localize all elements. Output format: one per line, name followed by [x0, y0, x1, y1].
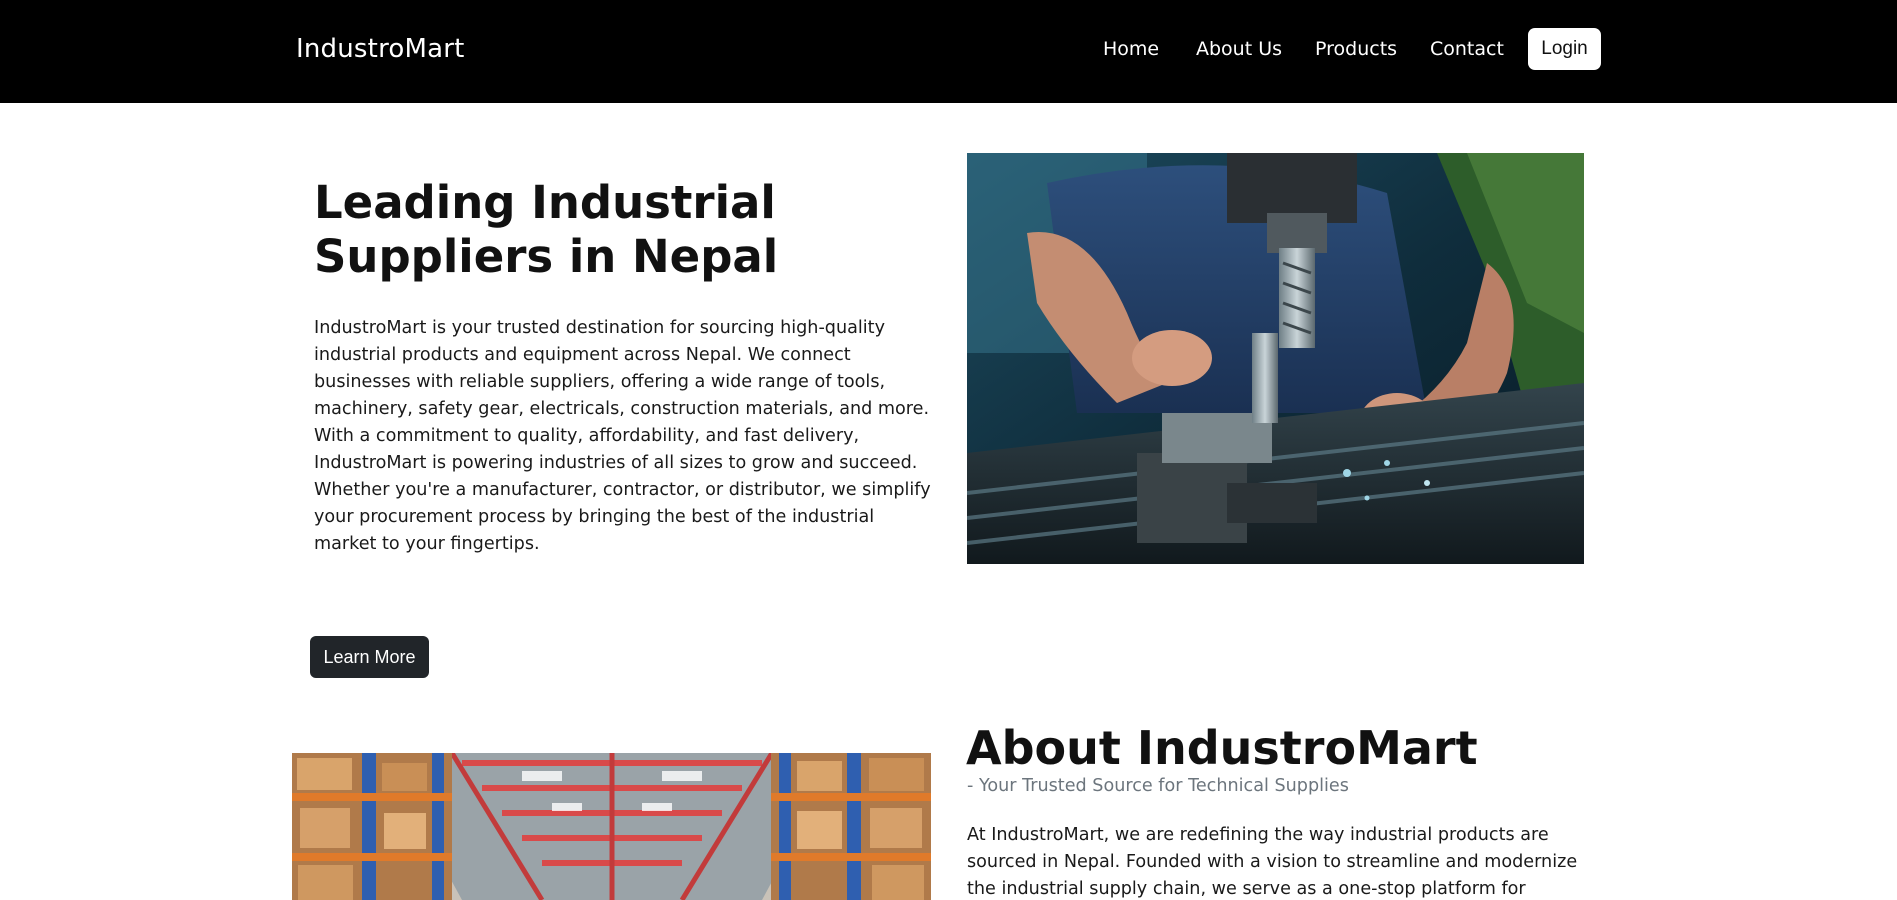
top-navbar: IndustroMart Home About Us Products Cont… [0, 0, 1897, 103]
hero-title: Leading Industrial Suppliers in Nepal [314, 176, 779, 283]
nav-about-link[interactable]: About Us [1196, 38, 1282, 60]
about-description: At IndustroMart, we are redefining the w… [967, 825, 1578, 899]
nav-products-link[interactable]: Products [1315, 38, 1397, 60]
nav-home-link[interactable]: Home [1103, 38, 1159, 60]
nav-contact-link[interactable]: Contact [1430, 38, 1504, 60]
about-subtitle: - Your Trusted Source for Technical Supp… [967, 776, 1349, 796]
hero-machining-image [967, 153, 1584, 564]
hero-description: IndustroMart is your trusted destination… [314, 318, 931, 554]
brand-logo[interactable]: IndustroMart [296, 34, 465, 64]
warehouse-image [292, 753, 931, 900]
login-button[interactable]: Login [1528, 28, 1601, 70]
learn-more-button[interactable]: Learn More [310, 636, 429, 678]
about-title: About IndustroMart [966, 721, 1478, 775]
